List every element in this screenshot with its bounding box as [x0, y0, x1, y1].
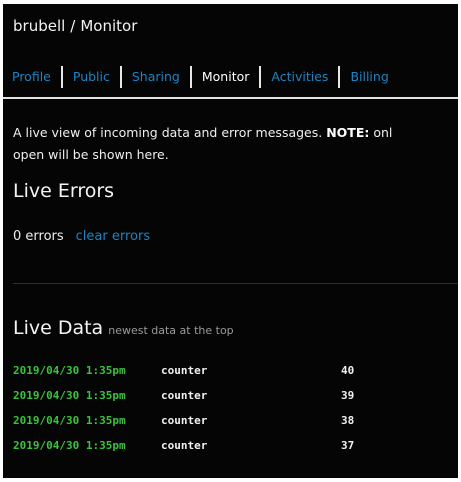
section-divider [13, 283, 458, 284]
breadcrumb-page: Monitor [80, 17, 138, 35]
live-data-title: Live Data [13, 317, 104, 339]
description-text: A live view of incoming data and error m… [13, 125, 323, 140]
errors-count: 0 errors [13, 229, 64, 244]
data-row: 2019/04/30 1:35pm counter 37 [13, 439, 458, 464]
monitor-screen: brubell / Monitor Profile Public Sharing M… [3, 4, 458, 478]
data-timestamp: 2019/04/30 1:35pm [13, 414, 126, 427]
live-errors-title: Live Errors [13, 180, 115, 202]
data-value: 39 [341, 389, 355, 402]
data-feed-name: counter [161, 389, 208, 402]
tab-profile[interactable]: Profile [12, 64, 61, 90]
data-timestamp: 2019/04/30 1:35pm [13, 364, 126, 377]
clear-errors-link[interactable]: clear errors [76, 229, 150, 244]
data-row: 2019/04/30 1:35pm counter 38 [13, 414, 458, 439]
description-line-2: open will be shown here. [13, 147, 169, 162]
monitor-description: A live view of incoming data and error m… [13, 122, 458, 166]
tab-bar-rule [3, 97, 458, 99]
live-data-list: 2019/04/30 1:35pm counter 40 2019/04/30 … [13, 364, 458, 464]
data-timestamp: 2019/04/30 1:35pm [13, 439, 126, 452]
data-value: 40 [341, 364, 355, 377]
breadcrumb-separator: / [70, 17, 76, 35]
breadcrumb-user[interactable]: brubell [13, 17, 65, 35]
live-data-header: Live Data newest data at the top [13, 317, 234, 339]
breadcrumb: brubell / Monitor [13, 17, 137, 35]
data-value: 38 [341, 414, 355, 427]
live-data-subtitle: newest data at the top [108, 324, 234, 337]
data-row: 2019/04/30 1:35pm counter 40 [13, 364, 458, 389]
note-label: NOTE: [326, 125, 370, 140]
tab-sharing[interactable]: Sharing [122, 64, 190, 90]
tab-monitor[interactable]: Monitor [192, 64, 260, 90]
tab-activities[interactable]: Activities [261, 64, 338, 90]
data-feed-name: counter [161, 364, 208, 377]
tab-public[interactable]: Public [63, 64, 120, 90]
data-feed-name: counter [161, 439, 208, 452]
data-timestamp: 2019/04/30 1:35pm [13, 389, 126, 402]
tab-billing[interactable]: Billing [340, 64, 398, 90]
tab-bar: Profile Public Sharing Monitor Activitie… [12, 64, 399, 90]
description-line-1: A live view of incoming data and error m… [13, 122, 458, 144]
data-value: 37 [341, 439, 355, 452]
note-text: onl [373, 125, 393, 140]
errors-row: 0 errors clear errors [13, 229, 150, 244]
data-row: 2019/04/30 1:35pm counter 39 [13, 389, 458, 414]
data-feed-name: counter [161, 414, 208, 427]
